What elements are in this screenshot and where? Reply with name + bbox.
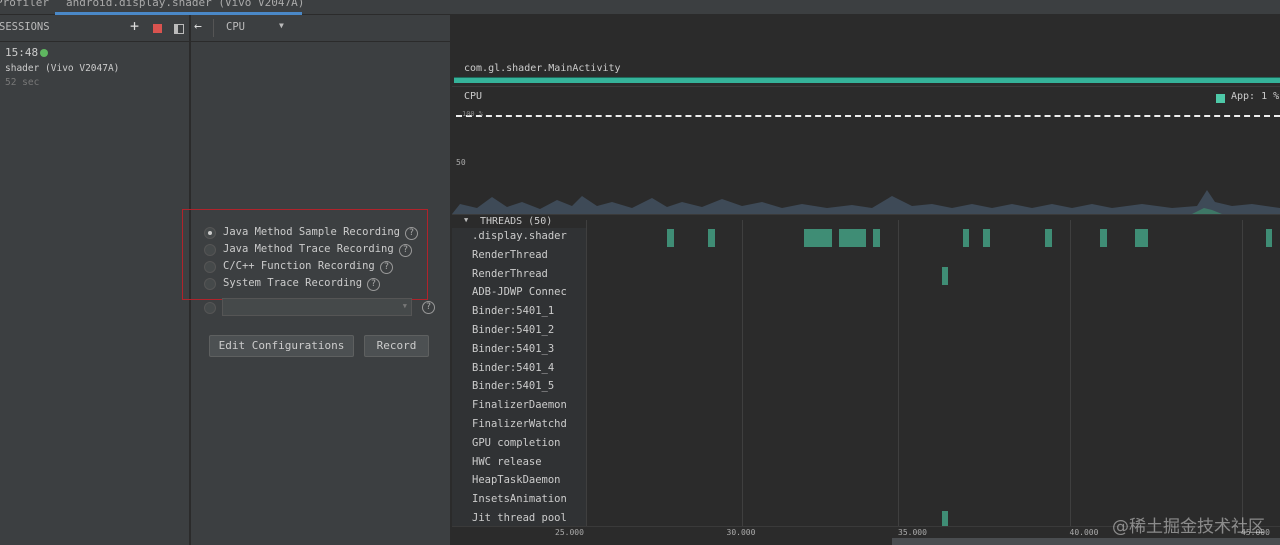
recording-option-label[interactable]: System Trace Recording [223, 277, 362, 289]
live-status-icon [40, 49, 48, 57]
thread-activity-bar[interactable] [1265, 229, 1273, 247]
thread-activity-bar[interactable] [963, 229, 969, 247]
recording-option-label[interactable]: Java Method Sample Recording [223, 226, 400, 238]
thread-row-label[interactable]: GPU completion [472, 437, 561, 449]
thread-row-label[interactable]: Binder:5401_3 [472, 343, 554, 355]
edit-configurations-button[interactable]: Edit Configurations [209, 335, 354, 357]
thread-row-label[interactable]: .display.shader [472, 230, 567, 242]
help-icon[interactable]: ? [405, 227, 418, 240]
max-cpu-line [456, 115, 1280, 117]
time-axis-tick: 35.000 [898, 528, 927, 537]
horizontal-scrollbar[interactable] [892, 538, 1280, 545]
recording-option-label[interactable]: Java Method Trace Recording [223, 243, 394, 255]
tab-session[interactable]: android.display.shader (Vivo V2047A) [66, 0, 304, 9]
session-time: 15:48 [5, 46, 39, 59]
thread-activity-bar[interactable] [803, 229, 833, 247]
config-select[interactable]: ▼ [222, 298, 412, 316]
activity-label: com.gl.shader.MainActivity [464, 63, 621, 74]
thread-activity-bar[interactable] [707, 229, 716, 247]
thread-activity-bar[interactable] [1134, 229, 1148, 247]
recording-option-radio[interactable] [204, 261, 216, 273]
thread-row-label[interactable]: ADB-JDWP Connec [472, 286, 567, 298]
session-name: shader (Vivo V2047A) [5, 63, 120, 74]
help-icon[interactable]: ? [367, 278, 380, 291]
other-cpu-area [452, 190, 1280, 214]
thread-activity-bar[interactable] [942, 266, 948, 285]
y-mid-label: 50 [456, 158, 466, 167]
app-legend: App: 1 % [1231, 91, 1280, 102]
recording-panel: ← CPU ▼ Java Method Sample Recording? Jav… [182, 15, 451, 545]
cpu-usage-area [452, 190, 1280, 214]
tab-profiler[interactable]: Profiler [0, 0, 49, 9]
back-icon[interactable]: ← [194, 19, 202, 34]
collapse-panel-icon[interactable] [174, 24, 184, 34]
thread-activity-bar[interactable] [667, 229, 674, 247]
monitor-select[interactable]: CPU [226, 21, 245, 33]
collapse-threads-icon[interactable]: ▼ [464, 216, 468, 224]
custom-config-radio[interactable] [204, 302, 216, 314]
thread-row-label[interactable]: Binder:5401_5 [472, 380, 554, 392]
session-duration: 52 sec [5, 77, 40, 88]
thread-row-label[interactable]: Binder:5401_2 [472, 324, 554, 336]
thread-row-label[interactable]: HWC release [472, 456, 542, 468]
thread-activity-bar[interactable] [1099, 229, 1108, 247]
help-icon[interactable]: ? [399, 244, 412, 257]
record-button[interactable]: Record [364, 335, 429, 357]
sessions-header: SESSIONS [0, 21, 50, 33]
recording-option-label[interactable]: C/C++ Function Recording [223, 260, 375, 272]
recording-option-radio[interactable] [204, 278, 216, 290]
activity-bar[interactable] [454, 77, 1280, 83]
thread-row-label[interactable]: InsetsAnimation [472, 493, 567, 505]
chevron-down-icon[interactable]: ▼ [279, 21, 284, 30]
recording-option-radio[interactable] [204, 227, 216, 239]
thread-row-label[interactable]: FinalizerDaemon [472, 399, 567, 411]
session-item[interactable]: 15:48 shader (Vivo V2047A) 52 sec [0, 42, 190, 92]
add-session-button[interactable]: + [130, 17, 139, 35]
thread-row-label[interactable]: Jit thread pool [472, 512, 567, 524]
cpu-title: CPU [464, 91, 483, 102]
thread-row-label[interactable]: Binder:5401_1 [472, 305, 554, 317]
chevron-down-icon: ▼ [402, 302, 407, 310]
stop-icon[interactable] [153, 24, 162, 33]
time-axis-tick: 30.000 [726, 528, 756, 537]
thread-row-label[interactable]: RenderThread [472, 268, 548, 280]
y-top-label: 100 % [462, 110, 484, 118]
thread-row-label[interactable]: RenderThread [472, 249, 548, 261]
timeline-panel: com.gl.shader.MainActivity CPU App: 1 % … [452, 42, 1280, 545]
recording-option-radio[interactable] [204, 244, 216, 256]
thread-activity-bar[interactable] [872, 229, 881, 247]
watermark: @稀土掘金技术社区 [1112, 517, 1265, 537]
time-axis-tick: 25.000 [555, 528, 584, 537]
thread-row-label[interactable]: FinalizerWatchd [472, 418, 567, 430]
help-icon[interactable]: ? [422, 301, 435, 314]
app-legend-swatch [1216, 94, 1225, 103]
help-icon[interactable]: ? [380, 261, 393, 274]
thread-activity-bar[interactable] [838, 229, 866, 247]
thread-activity-bar[interactable] [1045, 229, 1052, 247]
thread-row-label[interactable]: HeapTaskDaemon [472, 474, 561, 486]
sessions-panel: SESSIONS + 15:48 shader (Vivo V2047A) 52… [0, 15, 190, 545]
threads-header[interactable]: THREADS (50) [480, 216, 552, 227]
thread-row-label[interactable]: Binder:5401_4 [472, 362, 554, 374]
time-axis-tick: 40.000 [1069, 528, 1099, 537]
thread-activity-bar[interactable] [982, 229, 990, 247]
